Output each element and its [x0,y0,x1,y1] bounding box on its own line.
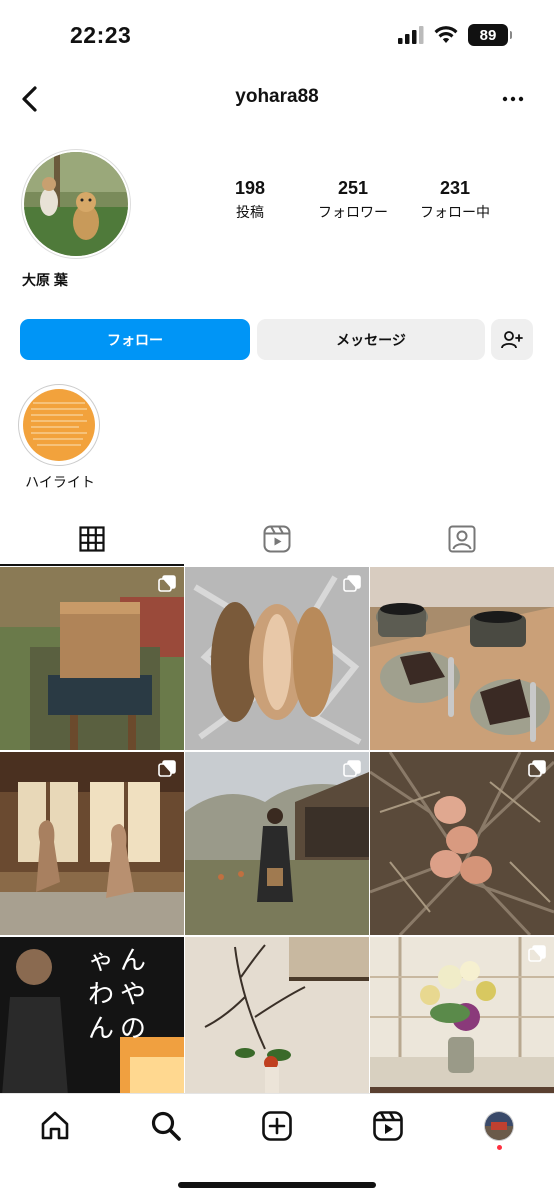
posts-grid: ゃわん んやの [0,567,554,1093]
search-icon [151,1111,181,1141]
post-thumbnail[interactable]: ゃわん んやの [0,937,184,1093]
post-thumbnail[interactable] [185,937,369,1093]
multiple-posts-icon [158,760,176,777]
profile-avatar[interactable] [21,149,131,259]
multiple-posts-icon [158,575,176,592]
svg-text:の: の [120,1014,146,1044]
highlight-image [23,389,95,461]
post-photo [185,567,369,750]
story-highlight[interactable]: ハイライト [18,384,102,492]
post-thumbnail[interactable] [370,937,554,1093]
status-bar: 22:23 89 [0,0,554,76]
post-photo [370,567,554,750]
tab-tagged[interactable] [370,512,554,566]
add-user-icon [501,330,523,348]
post-photo [0,752,184,935]
post-photo [185,937,369,1093]
status-time: 22:23 [70,22,132,48]
post-thumbnail[interactable] [0,567,184,750]
svg-text:や: や [120,980,146,1010]
post-photo [370,752,554,935]
post-thumbnail[interactable] [185,567,369,750]
reels-icon [373,1111,403,1141]
profile-header: yohara88 [0,76,554,122]
highlight-cover [23,389,95,461]
message-button[interactable]: メッセージ [257,319,485,360]
stat-value: 231 [439,178,471,198]
svg-text:わ: わ [88,980,114,1010]
stat-label: フォロワー [318,204,388,220]
post-photo [185,752,369,935]
profile-avatar [484,1111,514,1141]
post-thumbnail[interactable] [0,752,184,935]
nav-search[interactable] [146,1108,186,1144]
tagged-icon [448,525,476,553]
avatar-photo [24,152,128,256]
highlight-ring [18,384,100,466]
post-thumbnail[interactable] [185,752,369,935]
post-photo [370,937,554,1093]
following-count[interactable]: 231 フォロー中 [400,178,510,222]
stat-label: フォロー中 [420,204,490,220]
multiple-posts-icon [528,760,546,777]
dogs-photo [24,152,128,256]
stat-label: 投稿 [236,204,264,220]
post-photo [0,567,184,750]
nav-home[interactable] [35,1108,75,1144]
follow-button[interactable]: フォロー [20,319,250,360]
nav-reels[interactable] [368,1108,408,1144]
followers-count[interactable]: 251 フォロワー [298,178,408,222]
multiple-posts-icon [343,760,361,777]
profile-thumb-photo [485,1112,513,1140]
highlight-label: ハイライト [25,474,95,490]
svg-text:ん: ん [88,1014,114,1044]
home-indicator [178,1182,376,1188]
tab-posts-grid[interactable] [0,512,184,566]
multiple-posts-icon [343,575,361,592]
post-thumbnail[interactable] [370,567,554,750]
post-thumbnail[interactable] [370,752,554,935]
posts-count[interactable]: 198 投稿 [195,178,305,222]
more-options-button[interactable] [498,84,528,114]
multiple-posts-icon [528,945,546,962]
notification-dot [497,1145,502,1150]
create-icon [262,1111,292,1141]
svg-text:ゃ: ゃ [88,946,114,976]
nav-profile[interactable] [479,1108,519,1144]
suggest-users-button[interactable] [491,319,533,360]
tab-reels[interactable] [185,512,369,566]
battery-level: 89 [479,26,497,44]
home-icon [41,1111,69,1140]
cellular-signal-icon [398,26,424,44]
active-tab-indicator [0,564,184,566]
svg-text:ん: ん [120,946,146,976]
profile-username: yohara88 [235,86,319,107]
nav-create[interactable] [257,1108,297,1144]
stat-value: 198 [234,178,266,198]
stat-value: 251 [337,178,369,198]
grid-icon [79,526,105,552]
display-name: 大原 葉 [22,272,68,288]
post-photo: ゃわん んやの [0,937,184,1093]
profile-tabs [0,512,554,566]
more-icon [502,96,524,102]
status-icons: 89 [398,24,512,46]
wifi-icon [434,26,458,43]
battery-indicator: 89 [468,24,512,46]
reels-icon [263,525,291,553]
